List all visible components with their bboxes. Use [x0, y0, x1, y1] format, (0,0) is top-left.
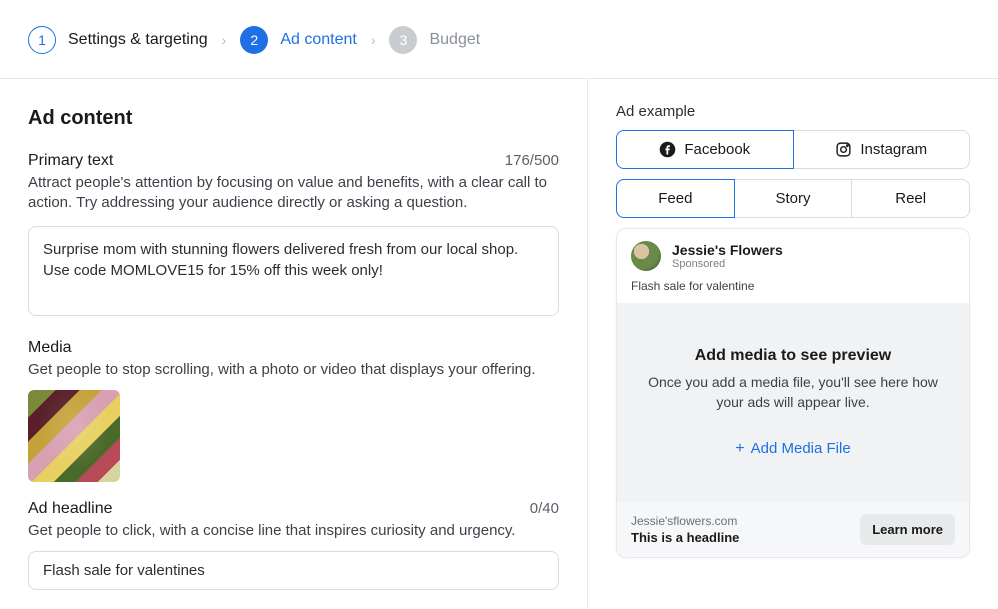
avatar	[631, 241, 661, 271]
section-title: Ad content	[28, 107, 559, 130]
step-3[interactable]: 3 Budget	[389, 26, 480, 54]
media-desc: Get people to stop scrolling, with a pho…	[28, 360, 559, 380]
step-2-label: Ad content	[280, 31, 357, 49]
headline-counter: 0/40	[530, 500, 559, 517]
platform-tabs: Facebook Instagram	[616, 130, 970, 169]
headline-label: Ad headline	[28, 500, 113, 518]
tab-feed[interactable]: Feed	[616, 179, 735, 218]
step-1[interactable]: 1 Settings & targeting	[28, 26, 208, 54]
step-1-label: Settings & targeting	[68, 31, 208, 49]
media-thumbnail[interactable]	[28, 390, 120, 482]
step-1-circle: 1	[28, 26, 56, 54]
preview-card: Jessie's Flowers Sponsored Flash sale fo…	[616, 228, 970, 558]
primary-text-input[interactable]	[28, 226, 559, 316]
preview-subtext: Flash sale for valentine	[617, 277, 969, 303]
media-field: Media Get people to stop scrolling, with…	[28, 339, 559, 482]
instagram-icon	[835, 141, 852, 158]
add-media-label: Add Media File	[751, 440, 851, 457]
tab-reel[interactable]: Reel	[852, 179, 970, 218]
preview-media-placeholder: Add media to see preview Once you add a …	[617, 303, 969, 502]
tab-story[interactable]: Story	[735, 179, 853, 218]
primary-text-field: Primary text 176/500 Attract people's at…	[28, 152, 559, 321]
step-3-label: Budget	[429, 31, 480, 49]
step-2[interactable]: 2 Ad content	[240, 26, 357, 54]
placement-tabs: Feed Story Reel	[616, 179, 970, 218]
headline-desc: Get people to click, with a concise line…	[28, 521, 559, 541]
facebook-icon	[659, 141, 676, 158]
chevron-right-icon: ›	[371, 32, 376, 48]
preview-label: Ad example	[616, 103, 970, 120]
preview-page-name: Jessie's Flowers	[672, 242, 783, 258]
headline-field: Ad headline 0/40 Get people to click, wi…	[28, 500, 559, 590]
preview-placeholder-desc: Once you add a media file, you'll see he…	[639, 373, 947, 412]
chevron-right-icon: ›	[222, 32, 227, 48]
primary-text-label: Primary text	[28, 152, 113, 170]
headline-input[interactable]	[28, 551, 559, 590]
preview-cta-button[interactable]: Learn more	[860, 514, 955, 545]
primary-text-counter: 176/500	[505, 152, 559, 169]
plus-icon: +	[735, 441, 744, 457]
add-media-button[interactable]: + Add Media File	[735, 440, 850, 457]
primary-text-desc: Attract people's attention by focusing o…	[28, 173, 559, 214]
preview-column: Ad example Facebook Instagram Feed Story…	[588, 79, 998, 607]
step-3-circle: 3	[389, 26, 417, 54]
tab-instagram[interactable]: Instagram	[794, 130, 971, 169]
step-2-circle: 2	[240, 26, 268, 54]
tab-instagram-label: Instagram	[860, 141, 927, 158]
preview-placeholder-title: Add media to see preview	[639, 347, 947, 365]
preview-sponsored-label: Sponsored	[672, 258, 783, 270]
media-label: Media	[28, 339, 559, 357]
form-column: Ad content Primary text 176/500 Attract …	[0, 79, 588, 607]
preview-footer-headline: This is a headline	[631, 530, 739, 545]
preview-footer-site: Jessie'sflowers.com	[631, 514, 739, 528]
stepper: 1 Settings & targeting › 2 Ad content › …	[0, 0, 998, 79]
tab-facebook[interactable]: Facebook	[616, 130, 794, 169]
tab-facebook-label: Facebook	[684, 141, 750, 158]
